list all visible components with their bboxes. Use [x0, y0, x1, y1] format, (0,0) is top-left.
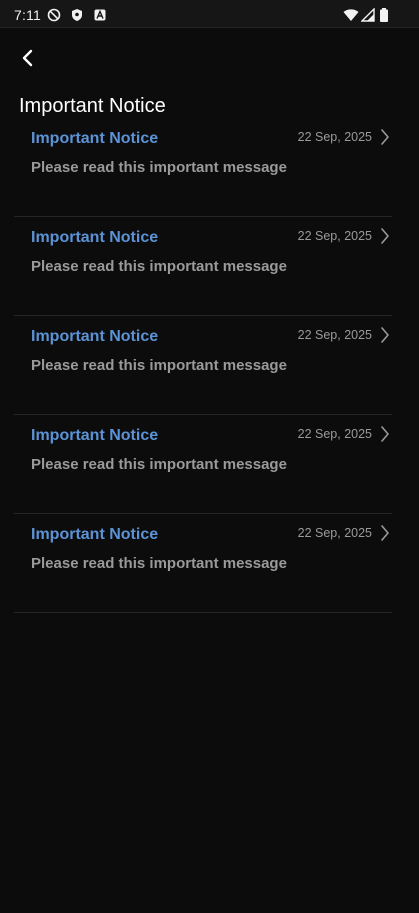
- notice-list: Important Notice 22 Sep, 2025 Please rea…: [14, 118, 392, 613]
- notice-title: Important Notice: [31, 130, 159, 147]
- notice-list-item[interactable]: Important Notice 22 Sep, 2025 Please rea…: [14, 118, 392, 217]
- do-not-disturb-icon: [47, 8, 61, 22]
- notice-list-item[interactable]: Important Notice 22 Sep, 2025 Please rea…: [14, 415, 392, 514]
- screen: 7:11 Important Notice Important Notice 2…: [0, 0, 419, 913]
- status-left-icons: [47, 8, 107, 22]
- chevron-right-icon: [378, 227, 392, 245]
- status-right-icons: [343, 8, 389, 22]
- notice-title: Important Notice: [31, 526, 159, 543]
- chevron-right-icon: [378, 128, 392, 146]
- notice-message: Please read this important message: [31, 357, 287, 374]
- notice-message: Please read this important message: [31, 456, 287, 473]
- chevron-right-icon: [378, 425, 392, 443]
- notice-list-item[interactable]: Important Notice 22 Sep, 2025 Please rea…: [14, 217, 392, 316]
- notice-date: 22 Sep, 2025: [297, 427, 372, 441]
- chevron-left-icon: [21, 49, 35, 72]
- app-notification-icon: [93, 8, 107, 22]
- shield-icon: [70, 8, 84, 22]
- chevron-right-icon: [378, 524, 392, 542]
- wifi-icon: [343, 8, 359, 22]
- notice-title: Important Notice: [31, 427, 159, 444]
- notice-date: 22 Sep, 2025: [297, 130, 372, 144]
- notice-date: 22 Sep, 2025: [297, 526, 372, 540]
- notice-title: Important Notice: [31, 229, 159, 246]
- chevron-right-icon: [378, 326, 392, 344]
- notice-date: 22 Sep, 2025: [297, 328, 372, 342]
- page-title: Important Notice: [19, 95, 166, 117]
- status-bar: 7:11: [0, 0, 419, 28]
- cellular-signal-icon: [361, 8, 375, 22]
- notice-list-item[interactable]: Important Notice 22 Sep, 2025 Please rea…: [14, 316, 392, 415]
- notice-message: Please read this important message: [31, 159, 287, 176]
- battery-icon: [379, 8, 389, 22]
- notice-list-item[interactable]: Important Notice 22 Sep, 2025 Please rea…: [14, 514, 392, 613]
- status-time: 7:11: [14, 7, 42, 23]
- back-button[interactable]: [14, 46, 42, 74]
- notice-title: Important Notice: [31, 328, 159, 345]
- notice-date: 22 Sep, 2025: [297, 229, 372, 243]
- notice-message: Please read this important message: [31, 555, 287, 572]
- notice-message: Please read this important message: [31, 258, 287, 275]
